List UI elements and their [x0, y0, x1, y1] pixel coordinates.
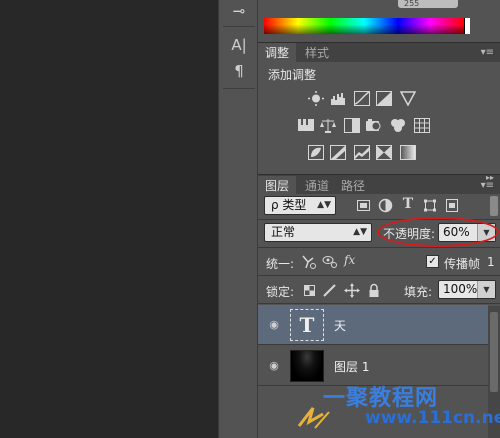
- eye-icon[interactable]: ◉: [266, 359, 282, 373]
- layer-name[interactable]: 天: [334, 317, 346, 334]
- watermark-url: www.111cn.net: [365, 408, 500, 428]
- panel-menu-icon[interactable]: ▾≡: [480, 180, 494, 192]
- levels-icon[interactable]: [330, 91, 346, 106]
- adjustments-title: 添加调整: [268, 68, 317, 82]
- unify-position-icon[interactable]: [300, 254, 316, 269]
- selective-color-icon[interactable]: [376, 145, 392, 160]
- propagate-value: 1: [487, 255, 495, 269]
- color-panel: 255: [258, 0, 500, 40]
- shape-filter-icon[interactable]: [422, 198, 438, 213]
- layer-filter-select[interactable]: ρ 类型 ▲▼: [264, 196, 336, 215]
- tab-channels[interactable]: 通道: [298, 176, 336, 196]
- channel-mixer-icon[interactable]: [390, 118, 406, 133]
- brightness-icon[interactable]: [308, 91, 324, 106]
- lock-move-icon[interactable]: [344, 283, 360, 298]
- highlight-oval: [377, 217, 499, 247]
- propagate-label: 传播帧: [444, 257, 481, 271]
- hue-saturation-icon[interactable]: [298, 118, 314, 133]
- color-lookup-icon[interactable]: [414, 118, 430, 133]
- character-icon[interactable]: A|: [225, 34, 253, 56]
- panel-menu-icon[interactable]: ▾≡: [480, 47, 494, 59]
- layer-row[interactable]: ◉ T 天: [258, 305, 488, 345]
- panel-tool-strip: ⊸ A| ¶: [218, 0, 258, 438]
- propagate-checkbox[interactable]: ✓: [426, 255, 439, 268]
- photo-filter-icon[interactable]: [366, 118, 382, 133]
- tab-paths[interactable]: 路径: [334, 176, 372, 196]
- eyedropper-icon[interactable]: ⊸: [225, 0, 253, 22]
- eye-icon[interactable]: ◉: [266, 318, 282, 332]
- lock-paint-icon[interactable]: [322, 283, 338, 298]
- divider: [223, 88, 255, 89]
- fill-input[interactable]: 100% ▼: [438, 280, 496, 299]
- divider: [223, 26, 255, 27]
- invert-icon[interactable]: [308, 145, 324, 160]
- pixel-filter-icon[interactable]: [356, 198, 372, 213]
- type-filter-icon[interactable]: T: [400, 197, 416, 212]
- tab-layers[interactable]: 图层: [258, 176, 297, 195]
- color-spectrum[interactable]: [264, 18, 464, 34]
- lock-transparent-icon[interactable]: [302, 283, 318, 298]
- tab-styles[interactable]: 样式: [298, 43, 336, 63]
- watermark: 一聚教程网 www.111cn.net: [293, 378, 500, 438]
- filter-toggle[interactable]: [488, 196, 500, 218]
- color-balance-icon[interactable]: [320, 118, 336, 133]
- layers-tabbar: ▸▸ 图层 通道 路径 ▾≡: [258, 173, 500, 196]
- posterize-icon[interactable]: [330, 145, 346, 160]
- color-value-field[interactable]: 255: [398, 0, 458, 8]
- unify-visibility-icon[interactable]: [322, 254, 338, 269]
- unify-style-icon[interactable]: fx: [344, 253, 360, 268]
- threshold-icon[interactable]: [354, 145, 370, 160]
- paragraph-icon[interactable]: ¶: [225, 60, 253, 82]
- layer-name[interactable]: 图层 1: [334, 358, 369, 375]
- curves-icon[interactable]: [354, 91, 370, 106]
- divider: [258, 275, 500, 276]
- lock-label: 锁定:: [266, 285, 295, 299]
- document-canvas[interactable]: [0, 0, 218, 438]
- gradient-map-icon[interactable]: [400, 145, 416, 160]
- black-white-icon[interactable]: [344, 118, 360, 133]
- lock-all-icon[interactable]: [366, 283, 382, 298]
- divider: [258, 303, 500, 304]
- adjustment-filter-icon[interactable]: [378, 198, 394, 213]
- unify-label: 统一:: [266, 257, 295, 271]
- fill-label: 填充:: [404, 285, 433, 299]
- black-white-ramp[interactable]: [464, 18, 470, 34]
- blend-mode-select[interactable]: 正常 ▲▼: [264, 223, 372, 242]
- exposure-icon[interactable]: [376, 91, 392, 106]
- adjustments-tabbar: 调整 样式 ▾≡: [258, 42, 500, 63]
- vibrance-icon[interactable]: [399, 91, 417, 107]
- tab-adjustments[interactable]: 调整: [258, 43, 297, 63]
- right-panel-dock: 255 调整 样式 ▾≡ 添加调整 ▸▸ 图层 通道 路径 ▾≡ ρ 类型 ▲▼…: [258, 0, 500, 438]
- smart-object-filter-icon[interactable]: [444, 198, 460, 213]
- type-layer-thumbnail[interactable]: T: [290, 309, 324, 341]
- divider: [258, 247, 500, 248]
